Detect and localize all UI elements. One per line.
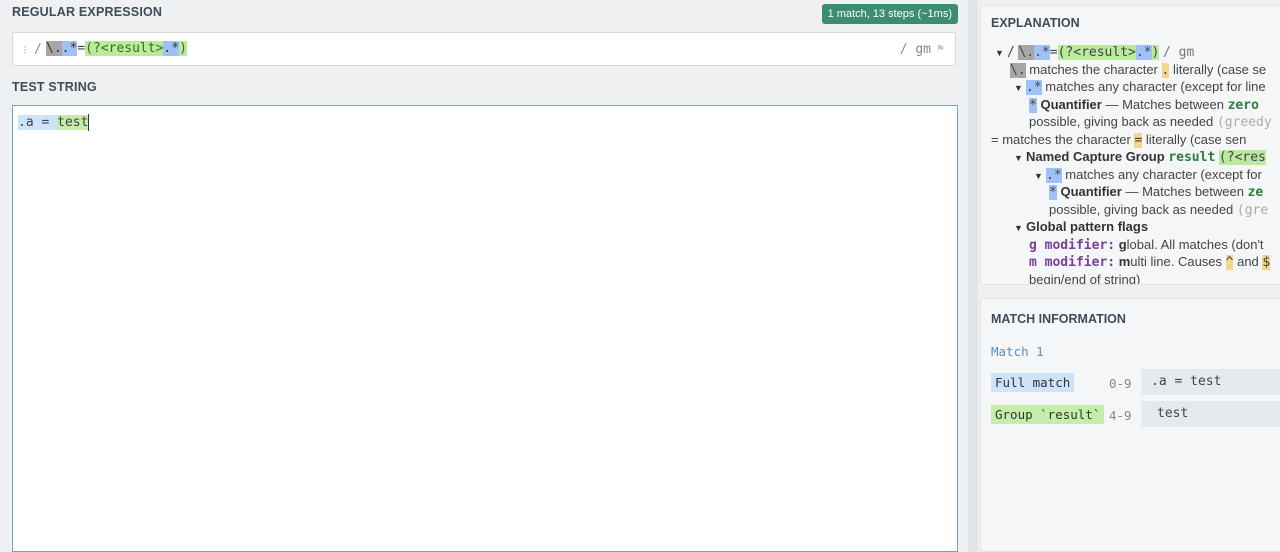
explanation-line: ▼ Named Capture Group result (?<res	[991, 148, 1280, 166]
explanation-header: ▼ / \..*=(?<result>.*) / gm	[991, 43, 1280, 61]
explanation-title: EXPLANATION	[991, 16, 1080, 30]
explanation-line: = matches the character = literally (cas…	[991, 131, 1247, 148]
token-group-dot-star: .*	[163, 41, 180, 56]
test-section-title: TEST STRING	[12, 80, 97, 94]
test-string-line: .a = test	[18, 114, 90, 131]
left-pane: REGULAR EXPRESSION 1 match, 13 steps (~1…	[0, 0, 968, 552]
token-dot-star: .*	[61, 41, 78, 56]
explanation-line: possible, giving back as needed (greedy	[1029, 114, 1272, 130]
explanation-line: begin/end of string)	[1029, 271, 1141, 285]
explanation-line: m modifier: multi line. Causes ^ and $	[1029, 254, 1271, 270]
drag-handle-icon[interactable]: ⁝	[23, 43, 27, 57]
explanation-panel: EXPLANATION ▼ / \..*=(?<result>.*) / gm \…	[980, 5, 1280, 285]
token-group-close: )	[179, 41, 187, 56]
explanation-line: \. matches the character . literally (ca…	[1010, 61, 1267, 78]
explanation-line: g modifier: global. All matches (don't	[1029, 236, 1264, 253]
explanation-tree: ▼ / \..*=(?<result>.*) / gm \. matches th…	[991, 43, 1280, 285]
explanation-line: ▼ Global pattern flags	[991, 218, 1280, 236]
pane-divider[interactable]	[968, 0, 978, 552]
group-match-label: Group `result`	[991, 405, 1105, 424]
match-info-panel: MATCH INFORMATION Match 1 Full match 0-9…	[980, 298, 1280, 552]
explanation-line: * Quantifier — Matches between ze	[1049, 184, 1264, 200]
match-highlight-full: .a =	[18, 115, 58, 130]
token-escaped-dot: \.	[46, 41, 62, 56]
full-match-label: Full match	[991, 373, 1075, 392]
match-status-badge: 1 match, 13 steps (~1ms)	[821, 4, 958, 24]
token-equals: =	[77, 41, 86, 56]
full-match-row[interactable]: Full match	[991, 373, 1075, 392]
explanation-line: * Quantifier — Matches between zero	[1029, 96, 1259, 113]
test-string-editor[interactable]: .a = test	[12, 105, 958, 552]
flag-icon[interactable]: ⚑	[936, 44, 945, 55]
regex-flags-button[interactable]: / gm	[900, 42, 931, 57]
regex-pattern[interactable]: \..*=(?<result>.*)	[46, 41, 187, 56]
explanation-line: ▼ .* matches any character (except for li…	[991, 78, 1280, 96]
group-match-value: test	[1141, 401, 1280, 427]
group-match-range: 4-9	[1109, 408, 1132, 423]
text-caret	[88, 114, 90, 131]
explanation-line: ▼ .* matches any character (except for	[991, 166, 1280, 184]
regex-section-title: REGULAR EXPRESSION	[12, 5, 163, 19]
regex-input[interactable]: ⁝ / \..*=(?<result>.*) / gm ⚑	[12, 32, 956, 66]
full-match-value: .a = test	[1141, 369, 1280, 395]
match-highlight-group: test	[57, 115, 89, 130]
group-match-row[interactable]: Group `result`	[991, 405, 1105, 424]
explanation-line: possible, giving back as needed (gre	[1049, 201, 1269, 218]
full-match-range: 0-9	[1109, 376, 1132, 391]
match-info-title: MATCH INFORMATION	[991, 312, 1126, 326]
match-number-label: Match 1	[991, 344, 1044, 359]
token-group-open: (?<result>	[85, 41, 164, 56]
regex-delimiter-open: /	[34, 42, 42, 57]
